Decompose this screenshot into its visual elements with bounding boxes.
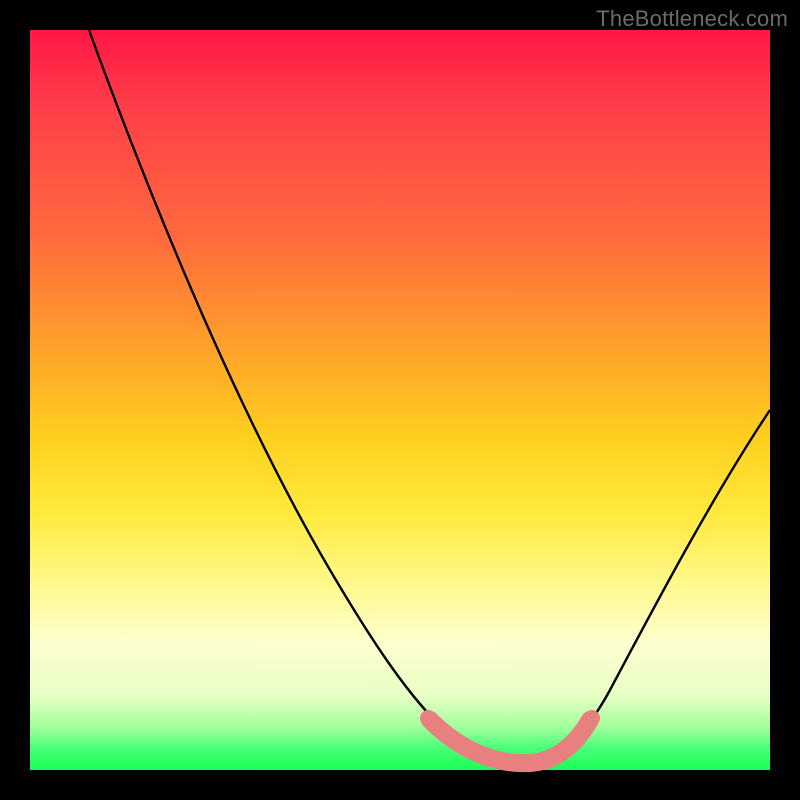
chart-svg [30, 30, 770, 770]
chart-plot-area [30, 30, 770, 770]
curve-group [89, 30, 770, 763]
highlight-dot [584, 710, 600, 726]
highlight-band [430, 720, 590, 763]
watermark-text: TheBottleneck.com [596, 6, 788, 32]
highlight-dot [420, 710, 436, 726]
chart-frame: TheBottleneck.com [0, 0, 800, 800]
bottleneck-curve [89, 30, 770, 763]
